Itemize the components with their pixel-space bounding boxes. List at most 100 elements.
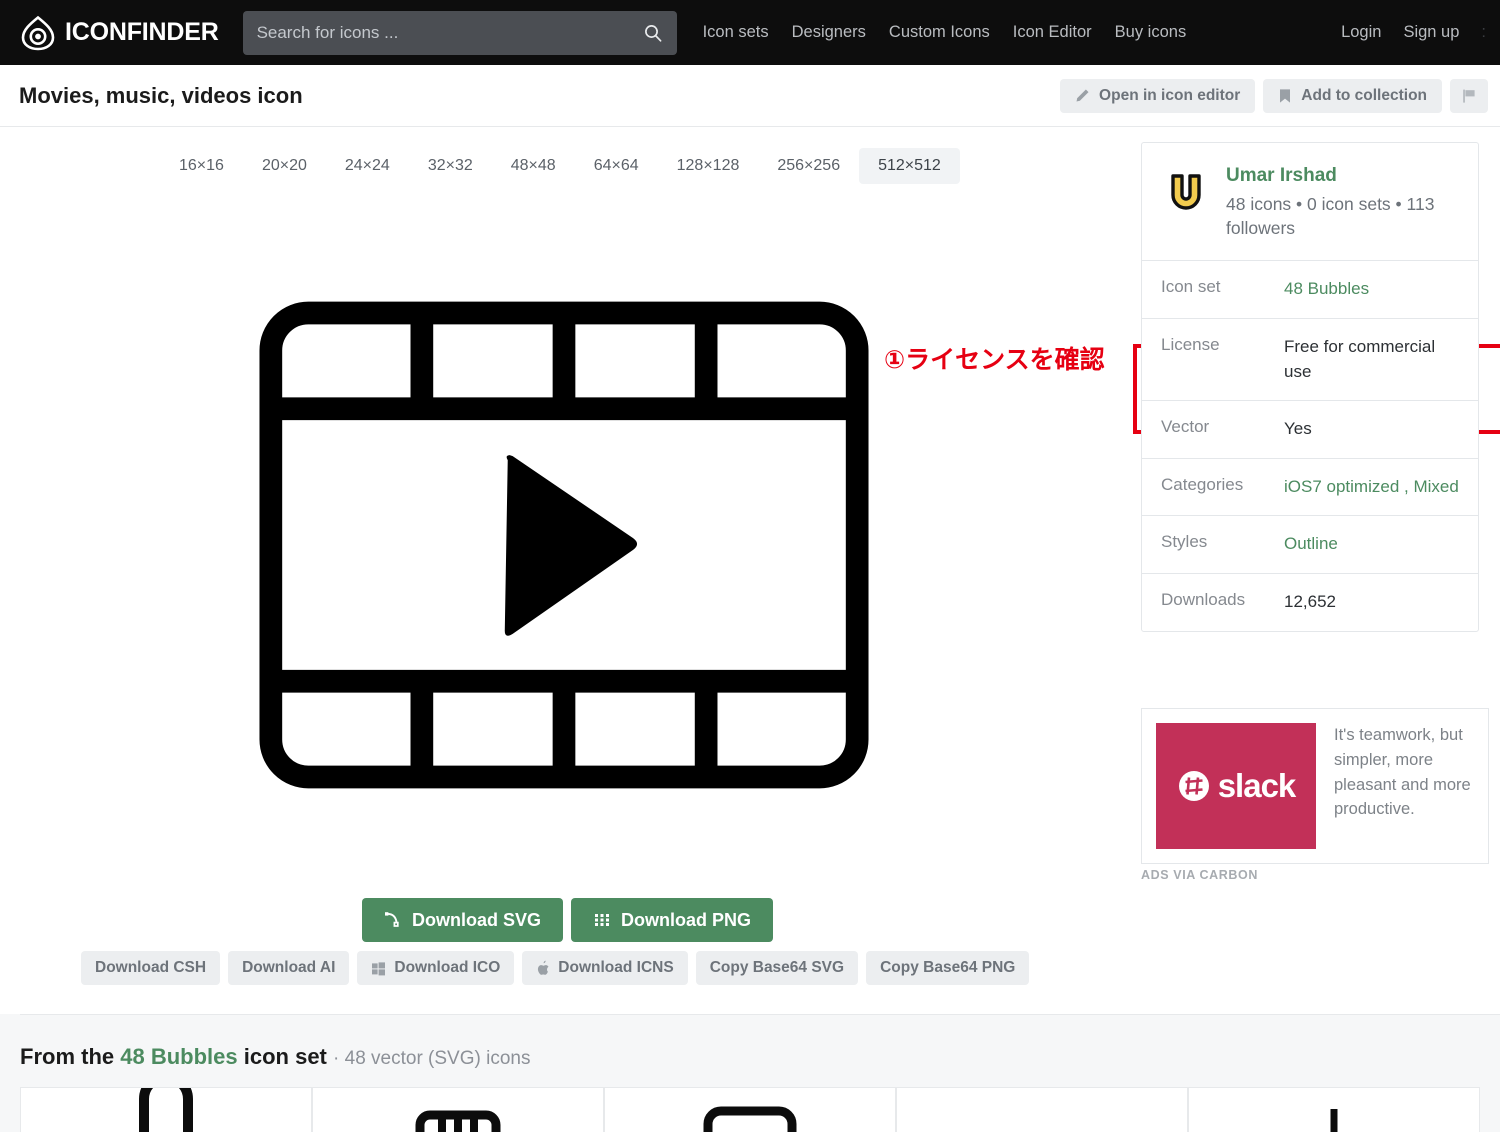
grid-dots-icon bbox=[593, 911, 611, 929]
report-button[interactable] bbox=[1450, 79, 1488, 113]
size-tab-24[interactable]: 24×24 bbox=[326, 148, 409, 184]
footer-left-gutter bbox=[0, 1014, 20, 1132]
meta-row-styles: Styles Outline bbox=[1142, 515, 1478, 573]
download-ai-button[interactable]: Download AI bbox=[228, 951, 349, 985]
page-title: Movies, music, videos icon bbox=[19, 83, 303, 109]
size-tab-20[interactable]: 20×20 bbox=[243, 148, 326, 184]
list-item[interactable] bbox=[604, 1087, 896, 1132]
meta-row-license: License Free for commercial use bbox=[1142, 318, 1478, 400]
primary-nav: Icon sets Designers Custom Icons Icon Ed… bbox=[703, 23, 1187, 42]
flag-icon bbox=[1461, 88, 1477, 104]
meta-row-vector: Vector Yes bbox=[1142, 400, 1478, 458]
copy-base64-png-label: Copy Base64 PNG bbox=[880, 959, 1015, 977]
open-in-icon-editor-button[interactable]: Open in icon editor bbox=[1060, 79, 1255, 113]
ad-copy: It's teamwork, but simpler, more pleasan… bbox=[1334, 723, 1474, 849]
size-tab-48[interactable]: 48×48 bbox=[492, 148, 575, 184]
iconfinder-logo-icon bbox=[20, 15, 56, 51]
meta-key-categories: Categories bbox=[1161, 475, 1284, 495]
copy-base64-png-button[interactable]: Copy Base64 PNG bbox=[866, 951, 1029, 985]
movies-music-videos-film-strip-icon bbox=[258, 300, 870, 790]
size-tab-64[interactable]: 64×64 bbox=[575, 148, 658, 184]
meta-value-downloads: 12,652 bbox=[1284, 590, 1336, 615]
header-actions: Open in icon editor Add to collection bbox=[1060, 79, 1488, 113]
list-item[interactable] bbox=[896, 1087, 1188, 1132]
download-icns-button[interactable]: Download ICNS bbox=[522, 951, 687, 985]
vector-pen-icon bbox=[384, 911, 402, 929]
slack-logo-icon bbox=[1177, 769, 1211, 803]
download-svg-button[interactable]: Download SVG bbox=[362, 898, 563, 942]
list-item[interactable] bbox=[1188, 1087, 1480, 1132]
annotation-label: ①ライセンスを確認 bbox=[884, 340, 1105, 376]
nav-item-signup[interactable]: Sign up bbox=[1403, 23, 1459, 42]
download-png-label: Download PNG bbox=[621, 910, 751, 931]
meta-key-license: License bbox=[1161, 335, 1284, 355]
carbon-ad[interactable]: slack It's teamwork, but simpler, more p… bbox=[1141, 708, 1489, 864]
download-icns-label: Download ICNS bbox=[558, 959, 673, 977]
bookmark-icon bbox=[1278, 88, 1292, 104]
nav-overflow-cutoff: : bbox=[1481, 23, 1486, 42]
icon-info-sidebar: Umar Irshad 48 icons • 0 icon sets • 113… bbox=[1141, 142, 1479, 632]
meta-row-categories: Categories iOS7 optimized , Mixed bbox=[1142, 458, 1478, 516]
ad-image[interactable]: slack bbox=[1156, 723, 1316, 849]
copy-base64-svg-label: Copy Base64 SVG bbox=[710, 959, 844, 977]
thumbnail-icon bbox=[1282, 1087, 1386, 1132]
size-tab-32[interactable]: 32×32 bbox=[409, 148, 492, 184]
meta-value-icon-set[interactable]: 48 Bubbles bbox=[1284, 279, 1369, 298]
iconfinder-icon-detail-page: ICONFINDER Icon sets Designers Custom Ic… bbox=[0, 0, 1500, 1132]
download-png-button[interactable]: Download PNG bbox=[571, 898, 773, 942]
meta-key-styles: Styles bbox=[1161, 532, 1284, 552]
thumbnail-icon bbox=[990, 1087, 1094, 1132]
page-header: Movies, music, videos icon Open in icon … bbox=[0, 65, 1500, 127]
download-ico-button[interactable]: Download ICO bbox=[357, 951, 514, 985]
footer-count: · 48 vector (SVG) icons bbox=[333, 1048, 530, 1069]
windows-icon bbox=[371, 961, 386, 976]
add-to-collection-button[interactable]: Add to collection bbox=[1263, 79, 1442, 113]
list-item[interactable] bbox=[312, 1087, 604, 1132]
icon-preview bbox=[258, 300, 870, 790]
size-tab-256[interactable]: 256×256 bbox=[758, 148, 859, 184]
meta-value-categories[interactable]: iOS7 optimized , Mixed bbox=[1284, 477, 1459, 496]
top-navbar: ICONFINDER Icon sets Designers Custom Ic… bbox=[0, 0, 1500, 65]
search-input[interactable] bbox=[257, 23, 643, 43]
primary-download-buttons: Download SVG Download PNG bbox=[362, 898, 773, 942]
author-name[interactable]: Umar Irshad bbox=[1226, 165, 1459, 187]
nav-item-icon-sets[interactable]: Icon sets bbox=[703, 23, 769, 42]
footer-set-name[interactable]: 48 Bubbles bbox=[120, 1044, 237, 1069]
meta-value-styles[interactable]: Outline bbox=[1284, 534, 1338, 553]
secondary-download-buttons: Download CSH Download AI Download ICO Do… bbox=[81, 951, 1029, 985]
nav-item-buy-icons[interactable]: Buy icons bbox=[1115, 23, 1187, 42]
brand-name: ICONFINDER bbox=[65, 18, 219, 47]
brand-logo[interactable]: ICONFINDER bbox=[20, 15, 219, 51]
author-block[interactable]: Umar Irshad 48 icons • 0 icon sets • 113… bbox=[1142, 143, 1478, 260]
meta-key-vector: Vector bbox=[1161, 417, 1284, 437]
auth-nav: Login Sign up : bbox=[1341, 23, 1486, 42]
meta-value-license: Free for commercial use bbox=[1284, 335, 1459, 384]
apple-icon bbox=[536, 960, 550, 976]
author-stats: 48 icons • 0 icon sets • 113 followers bbox=[1226, 192, 1459, 240]
size-tab-512[interactable]: 512×512 bbox=[859, 148, 960, 184]
copy-base64-svg-button[interactable]: Copy Base64 SVG bbox=[696, 951, 858, 985]
size-tab-128[interactable]: 128×128 bbox=[658, 148, 759, 184]
search-box[interactable] bbox=[243, 11, 677, 55]
meta-value-vector: Yes bbox=[1284, 417, 1312, 442]
add-to-collection-label: Add to collection bbox=[1301, 87, 1427, 105]
nav-item-login[interactable]: Login bbox=[1341, 23, 1381, 42]
list-item[interactable] bbox=[20, 1087, 312, 1132]
nav-item-designers[interactable]: Designers bbox=[792, 23, 866, 42]
nav-item-icon-editor[interactable]: Icon Editor bbox=[1013, 23, 1092, 42]
pencil-icon bbox=[1075, 88, 1090, 103]
open-in-icon-editor-label: Open in icon editor bbox=[1099, 87, 1240, 105]
thumbnail-icon bbox=[114, 1087, 218, 1132]
download-csh-label: Download CSH bbox=[95, 959, 206, 977]
meta-key-downloads: Downloads bbox=[1161, 590, 1284, 610]
download-svg-label: Download SVG bbox=[412, 910, 541, 931]
download-csh-button[interactable]: Download CSH bbox=[81, 951, 220, 985]
footer-suffix: icon set bbox=[244, 1044, 327, 1069]
ad-provider-note: ADS VIA CARBON bbox=[1141, 868, 1258, 882]
size-tabs: 16×16 20×20 24×24 32×32 48×48 64×64 128×… bbox=[160, 148, 960, 184]
search-icon[interactable] bbox=[643, 23, 663, 43]
meta-key-icon-set: Icon set bbox=[1161, 277, 1284, 297]
nav-item-custom-icons[interactable]: Custom Icons bbox=[889, 23, 990, 42]
size-tab-16[interactable]: 16×16 bbox=[160, 148, 243, 184]
meta-row-icon-set: Icon set 48 Bubbles bbox=[1142, 260, 1478, 318]
